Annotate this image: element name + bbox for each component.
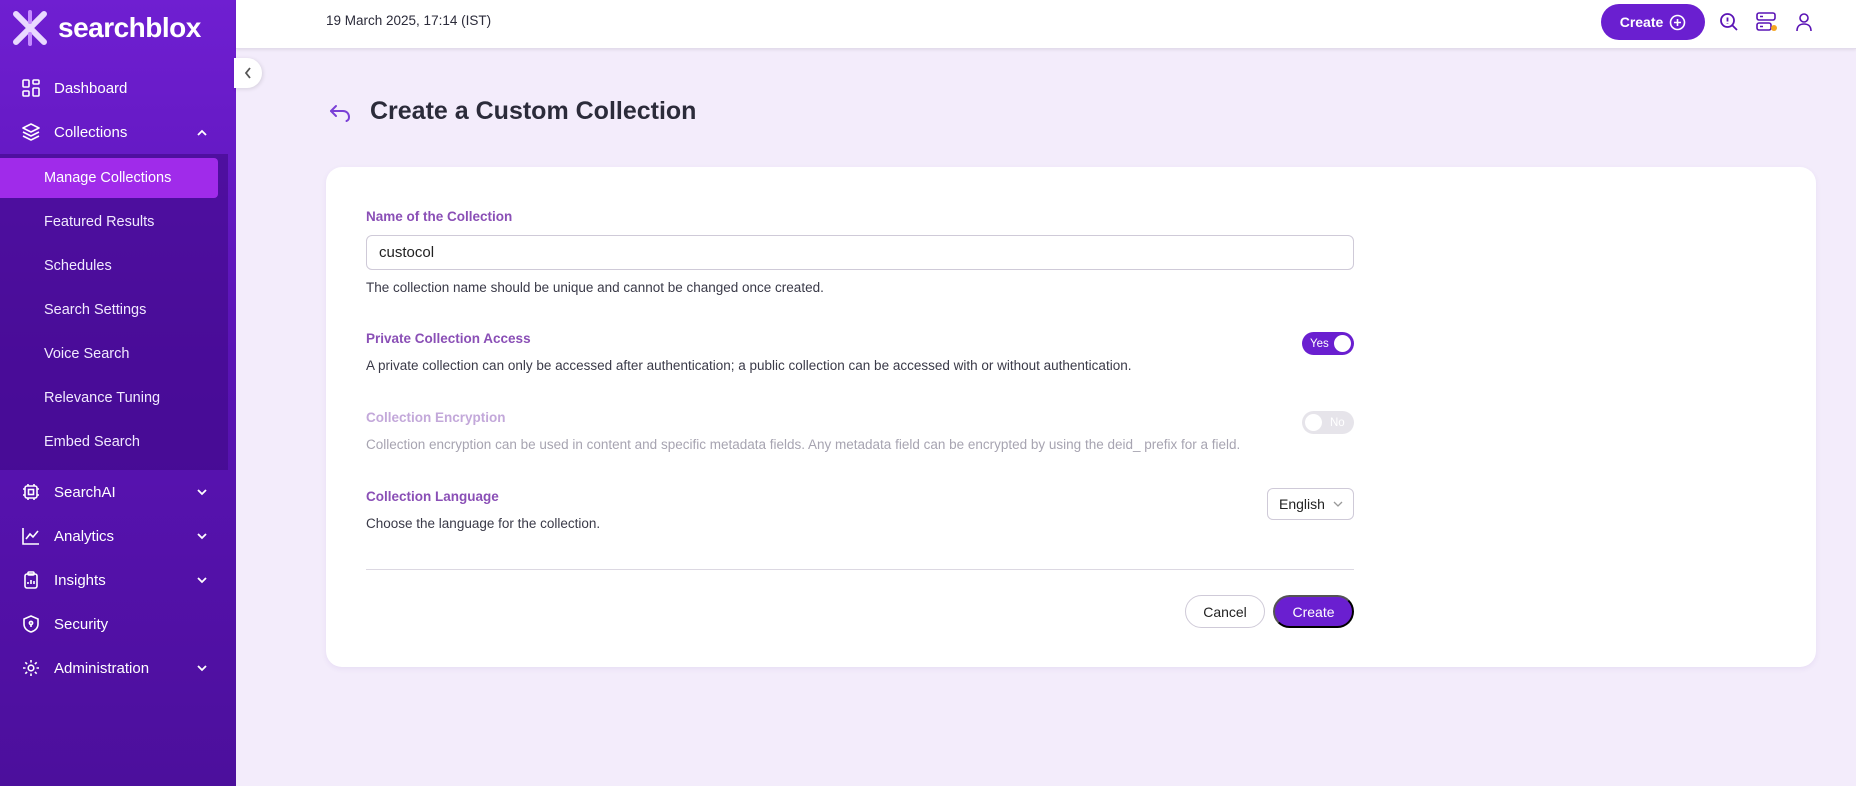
encryption-label: Collection Encryption (366, 410, 506, 425)
language-label: Collection Language (366, 489, 499, 504)
sidebar: searchblox Dashboard Collections Manage … (0, 0, 236, 786)
plus-circle-icon (1669, 14, 1686, 30)
top-create-label: Create (1619, 14, 1664, 30)
sidebar-item-insights[interactable]: Insights (0, 558, 236, 602)
language-select[interactable]: English (1267, 488, 1354, 520)
language-desc: Choose the language for the collection. (366, 516, 601, 531)
sidebar-subitem-schedules[interactable]: Schedules (0, 244, 218, 288)
chip-icon (21, 482, 41, 502)
analytics-icon (21, 526, 41, 546)
searchblox-logo-icon (13, 10, 47, 46)
sidebar-item-label: Dashboard (54, 79, 128, 97)
toggle-state-label: No (1330, 416, 1345, 429)
gear-icon (21, 658, 41, 678)
sidebar-item-label: Collections (54, 123, 128, 141)
private-access-desc: A private collection can only be accesse… (366, 358, 1132, 373)
brand-name: searchblox (58, 12, 201, 43)
sidebar-item-dashboard[interactable]: Dashboard (0, 66, 236, 110)
chevron-down-icon (196, 662, 208, 674)
sidebar-nav: Dashboard Collections (0, 66, 236, 154)
chevron-down-icon (196, 574, 208, 586)
sidebar-item-administration[interactable]: Administration (0, 646, 236, 690)
current-datetime: 19 March 2025, 17:14 (IST) (326, 13, 492, 28)
encryption-desc: Collection encryption can be used in con… (366, 437, 1241, 452)
sidebar-nav-lower: SearchAI Analytics Insights Security Adm… (0, 470, 236, 690)
sidebar-item-collections[interactable]: Collections (0, 110, 236, 154)
language-selected-value: English (1279, 496, 1325, 512)
sidebar-subitem-search-settings[interactable]: Search Settings (0, 288, 218, 332)
dashboard-icon (21, 78, 41, 98)
chevron-left-icon (244, 67, 251, 79)
toggle-state-label: Yes (1310, 337, 1329, 350)
chevron-down-icon (196, 486, 208, 498)
cancel-button[interactable]: Cancel (1185, 595, 1265, 628)
server-status-icon[interactable] (1756, 11, 1778, 33)
top-create-button[interactable]: Create (1601, 4, 1705, 40)
chevron-down-icon (196, 530, 208, 542)
sidebar-subitem-manage-collections[interactable]: Manage Collections (0, 158, 218, 198)
toggle-knob (1305, 414, 1322, 431)
chevron-up-icon (196, 126, 208, 138)
collection-name-input[interactable] (366, 235, 1354, 270)
create-collection-form: Name of the Collection The collection na… (326, 167, 1816, 667)
sidebar-subitem-featured-results[interactable]: Featured Results (0, 200, 218, 244)
sidebar-item-label: SearchAI (54, 483, 116, 501)
layers-icon (21, 122, 41, 142)
private-access-toggle[interactable]: Yes (1302, 332, 1354, 355)
form-divider (366, 569, 1354, 570)
encryption-toggle: No (1302, 411, 1354, 434)
private-access-label: Private Collection Access (366, 331, 531, 346)
back-arrow-icon[interactable] (328, 101, 352, 125)
brand-logo[interactable]: searchblox (0, 0, 236, 56)
sidebar-item-label: Administration (54, 659, 150, 677)
sidebar-item-analytics[interactable]: Analytics (0, 514, 236, 558)
collections-submenu: Manage Collections Featured Results Sche… (0, 154, 228, 470)
sidebar-subitem-relevance-tuning[interactable]: Relevance Tuning (0, 376, 218, 420)
top-bar: 19 March 2025, 17:14 (IST) Create (236, 0, 1856, 49)
create-button[interactable]: Create (1273, 595, 1354, 628)
collection-name-help: The collection name should be unique and… (366, 280, 824, 295)
user-icon[interactable] (1793, 11, 1815, 33)
sidebar-subitem-embed-search[interactable]: Embed Search (0, 420, 218, 464)
search-icon[interactable] (1718, 11, 1740, 33)
sidebar-item-label: Insights (54, 571, 106, 589)
page-title: Create a Custom Collection (370, 97, 697, 125)
sidebar-collapse-button[interactable] (234, 58, 262, 88)
clipboard-icon (21, 570, 41, 590)
toggle-knob (1334, 335, 1351, 352)
sidebar-item-label: Analytics (54, 527, 115, 545)
chevron-down-icon (1333, 501, 1343, 507)
sidebar-item-searchai[interactable]: SearchAI (0, 470, 236, 514)
sidebar-item-label: Security (54, 615, 109, 633)
shield-icon (21, 614, 41, 634)
sidebar-subitem-voice-search[interactable]: Voice Search (0, 332, 218, 376)
collection-name-label: Name of the Collection (366, 209, 513, 224)
sidebar-item-security[interactable]: Security (0, 602, 236, 646)
